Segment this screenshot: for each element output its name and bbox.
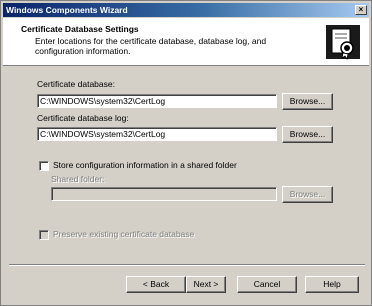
footer-separator bbox=[9, 264, 365, 266]
close-icon: × bbox=[358, 5, 364, 14]
page-title: Certificate Database Settings bbox=[21, 24, 139, 34]
shared-folder-field[interactable] bbox=[51, 187, 277, 201]
certificate-icon bbox=[326, 25, 360, 60]
cancel-button[interactable]: Cancel bbox=[237, 276, 297, 293]
preserve-db-checkbox[interactable] bbox=[39, 230, 49, 240]
next-button[interactable]: Next > bbox=[186, 276, 226, 293]
wizard-window: Windows Components Wizard × Certificate … bbox=[0, 0, 372, 306]
shared-folder-checkbox-label[interactable]: Store configuration information in a sha… bbox=[53, 160, 237, 170]
db-log-path-field[interactable]: C:\WINDOWS\system32\CertLog bbox=[37, 127, 277, 141]
db-label: Certificate database: bbox=[37, 79, 115, 89]
wizard-header: Certificate Database Settings Enter loca… bbox=[3, 18, 369, 66]
window-title: Windows Components Wizard bbox=[6, 5, 128, 15]
back-button[interactable]: < Back bbox=[126, 276, 186, 293]
db-path-field[interactable]: C:\WINDOWS\system32\CertLog bbox=[37, 94, 277, 108]
preserve-db-label: Preserve existing certificate database bbox=[53, 229, 195, 239]
db-browse-button[interactable]: Browse... bbox=[282, 93, 333, 110]
help-button[interactable]: Help bbox=[305, 276, 359, 293]
shared-folder-checkbox[interactable] bbox=[39, 161, 49, 171]
title-bar[interactable]: Windows Components Wizard × bbox=[3, 3, 369, 17]
shared-folder-label: Shared folder: bbox=[51, 174, 105, 184]
page-subtitle: Enter locations for the certificate data… bbox=[35, 36, 267, 56]
db-log-label: Certificate database log: bbox=[37, 113, 129, 123]
db-log-browse-button[interactable]: Browse... bbox=[282, 126, 333, 143]
shared-folder-browse-button[interactable]: Browse... bbox=[282, 186, 333, 203]
close-button[interactable]: × bbox=[355, 5, 367, 15]
